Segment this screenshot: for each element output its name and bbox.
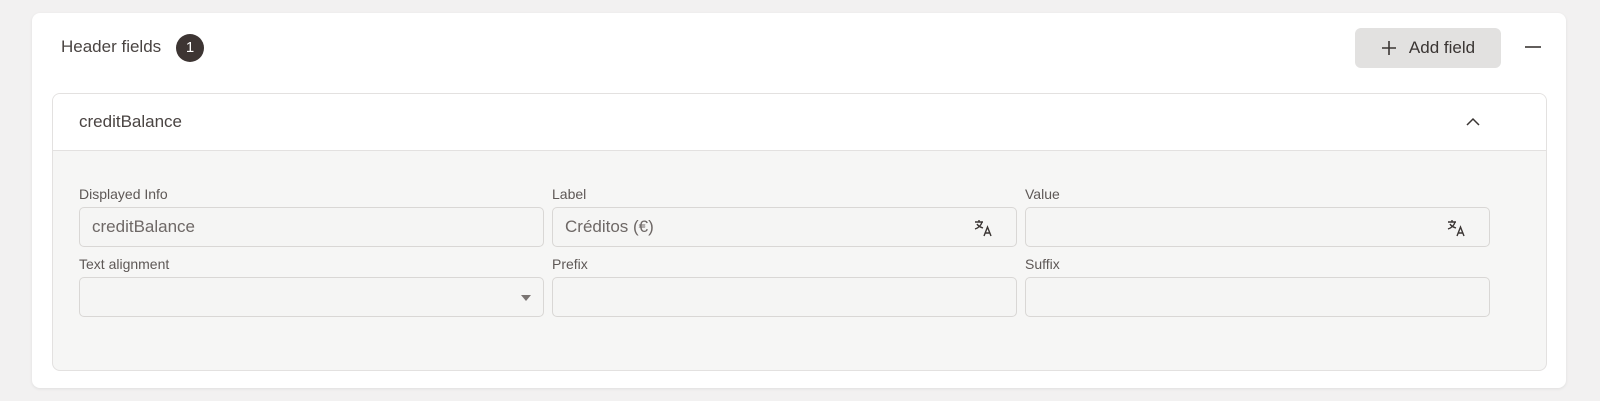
displayed-info-box	[79, 207, 544, 247]
value-box	[1025, 207, 1490, 247]
collapse-field-button[interactable]	[1461, 110, 1485, 134]
section-title: Header fields	[61, 37, 162, 56]
field-panel-title: creditBalance	[79, 112, 183, 131]
displayed-info-input[interactable]	[80, 208, 543, 246]
value-input[interactable]	[1026, 208, 1489, 246]
suffix-box	[1025, 277, 1490, 317]
count-badge: 1	[176, 34, 204, 62]
add-field-button[interactable]: Add field	[1355, 28, 1501, 68]
card-header: Header fields 1 Add field	[32, 13, 1566, 81]
value-label: Value	[1025, 186, 1060, 202]
field-panel: creditBalance Displayed Info Label	[52, 93, 1547, 371]
translate-icon[interactable]	[1447, 218, 1467, 238]
displayed-info-field: Displayed Info	[79, 185, 544, 247]
text-alignment-label: Text alignment	[79, 256, 170, 272]
text-alignment-field: Text alignment	[79, 255, 544, 317]
suffix-input[interactable]	[1026, 278, 1489, 316]
label-field: Label	[552, 185, 1017, 247]
field-panel-header[interactable]: creditBalance	[53, 94, 1546, 151]
plus-icon	[1381, 41, 1396, 55]
caret-down-icon	[521, 295, 531, 301]
label-input[interactable]	[553, 208, 1016, 246]
prefix-field: Prefix	[552, 255, 1017, 317]
text-alignment-select[interactable]	[79, 277, 544, 317]
displayed-info-label: Displayed Info	[79, 186, 168, 202]
label-box	[552, 207, 1017, 247]
suffix-label: Suffix	[1025, 256, 1060, 272]
prefix-box	[552, 277, 1017, 317]
label-label: Label	[552, 186, 587, 202]
chevron-up-icon	[1466, 117, 1480, 126]
collapse-section-button[interactable]	[1520, 34, 1546, 60]
prefix-label: Prefix	[552, 256, 588, 272]
add-field-label: Add field	[1408, 38, 1476, 57]
minus-icon	[1525, 46, 1541, 48]
prefix-input[interactable]	[553, 278, 1016, 316]
translate-icon[interactable]	[974, 218, 994, 238]
suffix-field: Suffix	[1025, 255, 1490, 317]
value-field: Value	[1025, 185, 1490, 247]
header-fields-card: Header fields 1 Add field creditBalance …	[32, 13, 1566, 388]
text-alignment-value	[80, 278, 543, 316]
